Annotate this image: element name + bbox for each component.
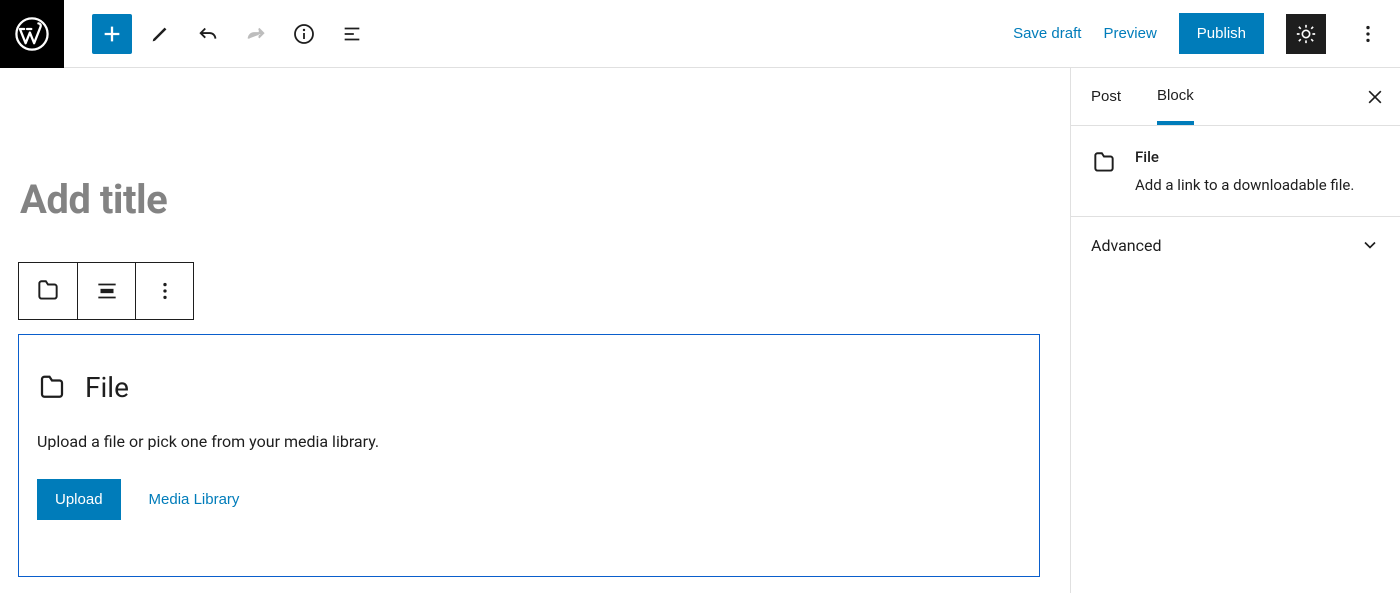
pencil-icon	[149, 23, 171, 45]
advanced-label: Advanced	[1091, 236, 1162, 255]
toolbar-right: Save draft Preview Publish	[1013, 13, 1400, 54]
advanced-panel-toggle[interactable]: Advanced	[1071, 217, 1400, 274]
sidebar-block-info: File Add a link to a downloadable file.	[1071, 126, 1400, 217]
file-icon	[1091, 150, 1117, 176]
settings-button[interactable]	[1286, 14, 1326, 54]
tab-block[interactable]: Block	[1157, 68, 1194, 125]
tab-post[interactable]: Post	[1091, 68, 1121, 125]
wordpress-logo[interactable]	[0, 0, 64, 68]
chevron-down-icon	[1360, 235, 1380, 255]
info-button[interactable]	[284, 14, 324, 54]
edit-mode-button[interactable]	[140, 14, 180, 54]
plus-icon	[101, 23, 123, 45]
sidebar-block-name: File	[1135, 148, 1354, 166]
post-title-placeholder[interactable]: Add title	[20, 176, 167, 223]
file-block-title: File	[85, 371, 129, 404]
redo-button[interactable]	[236, 14, 276, 54]
sidebar-block-description: Add a link to a downloadable file.	[1135, 176, 1354, 194]
undo-button[interactable]	[188, 14, 228, 54]
media-library-button[interactable]: Media Library	[149, 491, 240, 508]
outline-button[interactable]	[332, 14, 372, 54]
redo-icon	[245, 23, 267, 45]
close-sidebar-button[interactable]	[1360, 82, 1390, 112]
block-toolbar	[18, 262, 194, 320]
undo-icon	[197, 23, 219, 45]
file-block-placeholder[interactable]: File Upload a file or pick one from your…	[18, 334, 1040, 577]
file-icon	[35, 278, 61, 304]
publish-button[interactable]: Publish	[1179, 13, 1264, 54]
align-icon	[94, 278, 120, 304]
kebab-icon	[1357, 23, 1379, 45]
editor-canvas: Add title	[0, 68, 1070, 593]
top-toolbar: Save draft Preview Publish	[0, 0, 1400, 68]
wordpress-icon	[15, 17, 49, 51]
settings-sidebar: Post Block File Add a link to a download…	[1070, 68, 1400, 593]
block-align-button[interactable]	[77, 263, 135, 319]
save-draft-button[interactable]: Save draft	[1013, 25, 1081, 42]
more-options-button[interactable]	[1348, 14, 1388, 54]
info-icon	[292, 22, 316, 46]
block-more-button[interactable]	[135, 263, 193, 319]
kebab-icon	[154, 280, 176, 302]
add-block-button[interactable]	[92, 14, 132, 54]
sidebar-tabs: Post Block	[1071, 68, 1400, 126]
preview-button[interactable]: Preview	[1103, 25, 1156, 42]
block-type-button[interactable]	[19, 263, 77, 319]
upload-button[interactable]: Upload	[37, 479, 121, 520]
outline-icon	[341, 23, 363, 45]
file-icon	[37, 373, 67, 403]
file-block-description: Upload a file or pick one from your medi…	[37, 432, 1021, 451]
close-icon	[1365, 87, 1385, 107]
gear-icon	[1295, 23, 1317, 45]
toolbar-left	[64, 14, 372, 54]
